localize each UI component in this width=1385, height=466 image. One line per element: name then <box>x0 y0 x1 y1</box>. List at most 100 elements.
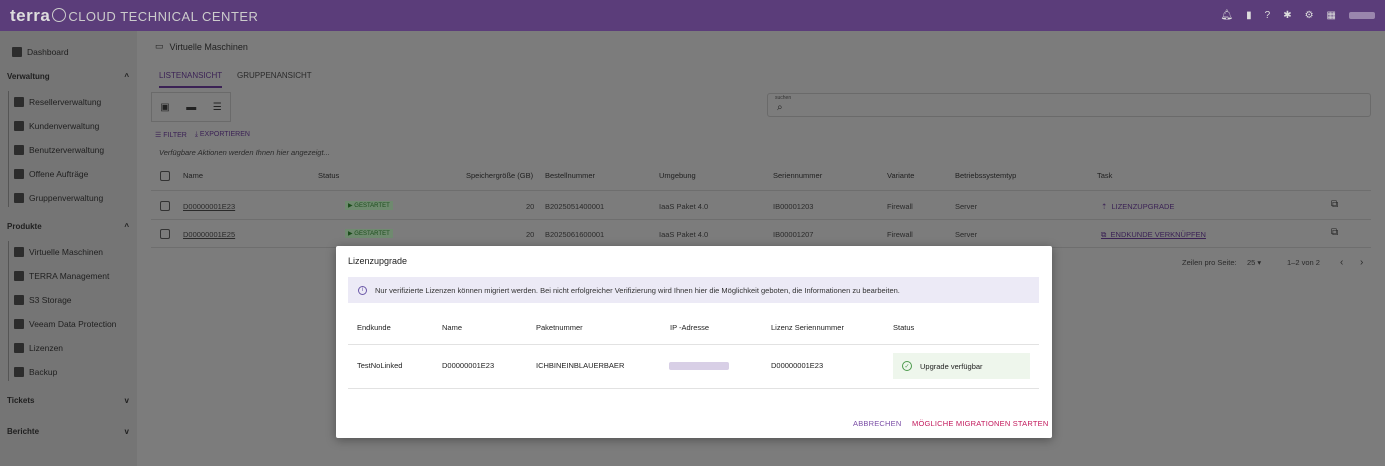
top-bar: terra CLOUD TECHNICAL CENTER 🔔︎ ▮ ? ✱ ⚙ ▦ <box>0 0 1385 31</box>
list-icon[interactable]: ☰ <box>213 102 222 113</box>
qr-icon[interactable]: ▦ <box>1327 10 1336 21</box>
open-external-icon[interactable]: ⧉ <box>1331 199 1338 210</box>
filter-label: FILTER <box>163 132 187 139</box>
column-header-name: Name <box>442 323 463 332</box>
section-divider <box>8 241 9 381</box>
status-badge: ▶ GESTARTET <box>345 229 393 238</box>
sidebar-item-dashboard[interactable]: Dashboard <box>12 47 69 57</box>
open-external-icon[interactable]: ⧉ <box>1331 227 1338 238</box>
vm-environment: IaaS Paket 4.0 <box>659 202 709 211</box>
tab-listenansicht[interactable]: LISTENANSICHT <box>159 71 223 88</box>
monitor-icon[interactable]: ▬ <box>186 102 196 113</box>
sidebar-item-gruppenverwaltung[interactable]: Gruppenverwaltung <box>14 193 103 203</box>
sidebar-item-label: Backup <box>29 367 58 377</box>
sidebar-section-verwaltung[interactable]: Verwaltung ^ <box>7 72 129 81</box>
document-icon[interactable]: ▮ <box>1246 10 1252 21</box>
column-header-variant[interactable]: Variante <box>887 171 914 180</box>
column-header-environment[interactable]: Umgebung <box>659 171 696 180</box>
sidebar-section-tickets[interactable]: Tickets v <box>7 396 129 405</box>
sidebar-item-veeam[interactable]: Veeam Data Protection <box>14 319 116 329</box>
dialog-title: Lizenzupgrade <box>348 256 408 266</box>
user-card-icon <box>14 145 24 155</box>
next-page-icon[interactable]: › <box>1360 257 1363 268</box>
sidebar-section-berichte[interactable]: Berichte v <box>7 427 129 436</box>
section-label: Produkte <box>7 222 42 231</box>
rows-per-page-select[interactable]: 25 ▾ <box>1247 258 1261 267</box>
globe-icon <box>52 7 67 22</box>
vm-variant: Firewall <box>887 230 913 239</box>
task-label: ENDKUNDE VERKNÜPFEN <box>1110 230 1206 239</box>
search-input[interactable]: suchen ⌕ <box>767 93 1371 117</box>
vm-size: 20 <box>526 230 535 239</box>
gear-icon[interactable]: ⚙ <box>1305 10 1314 21</box>
export-label: EXPORTIEREN <box>199 131 250 138</box>
cancel-button[interactable]: ABBRECHEN <box>853 419 901 428</box>
vm-environment: IaaS Paket 4.0 <box>659 230 709 239</box>
filter-button[interactable]: ☰ FILTER <box>155 131 187 139</box>
order-icon <box>14 169 24 179</box>
sidebar-item-terra-management[interactable]: TERRA Management <box>14 271 109 281</box>
column-header-name[interactable]: Name <box>183 171 203 180</box>
sidebar-item-benutzerverwaltung[interactable]: Benutzerverwaltung <box>14 145 104 155</box>
task-label: LIZENZUPGRADE <box>1111 202 1175 211</box>
app-logo[interactable]: terra CLOUD TECHNICAL CENTER <box>10 6 258 26</box>
bell-icon[interactable]: 🔔︎ <box>1220 10 1233 21</box>
sidebar-item-kundenverwaltung[interactable]: Kundenverwaltung <box>14 121 99 131</box>
sidebar-item-lizenzen[interactable]: Lizenzen <box>14 343 63 353</box>
help-icon[interactable]: ? <box>1265 10 1271 21</box>
column-header-paketnummer: Paketnummer <box>536 323 583 332</box>
vm-name-link[interactable]: D00000001E25 <box>183 230 235 239</box>
sidebar-item-backup[interactable]: Backup <box>14 367 57 377</box>
sidebar-item-label: Virtuelle Maschinen <box>29 247 104 257</box>
pagination-range: 1–2 von 2 <box>1287 258 1320 267</box>
chip-icon[interactable]: ▣ <box>160 102 169 113</box>
task-lizenzupgrade[interactable]: ⇡ LIZENZUPGRADE <box>1101 202 1174 211</box>
vm-variant: Firewall <box>887 202 913 211</box>
column-header-task[interactable]: Task <box>1097 171 1112 180</box>
vm-name-link[interactable]: D00000001E23 <box>183 202 235 211</box>
column-header-size[interactable]: Speichergröße (GB) <box>466 171 533 180</box>
sidebar-item-s3-storage[interactable]: S3 Storage <box>14 295 72 305</box>
vm-order: B2025051400001 <box>545 202 605 211</box>
task-endkunde-verknuepfen[interactable]: ⧉ ENDKUNDE VERKNÜPFEN <box>1101 230 1206 240</box>
cloud-icon <box>14 367 24 377</box>
column-header-ip: IP -Adresse <box>670 323 710 332</box>
info-icon: i <box>358 285 367 295</box>
dashboard-icon <box>12 47 22 57</box>
tab-gruppenansicht[interactable]: GRUPPENANSICHT <box>237 71 312 80</box>
user-name[interactable] <box>1349 12 1375 19</box>
laptop-icon <box>14 247 24 257</box>
row-checkbox[interactable] <box>160 229 170 239</box>
select-all-checkbox[interactable] <box>160 171 170 181</box>
settings-icon[interactable]: ✱ <box>1283 10 1291 21</box>
status-badge: ▶ GESTARTET <box>345 201 393 210</box>
status-text: Upgrade verfügbar <box>920 361 983 371</box>
section-label: Berichte <box>7 427 40 436</box>
column-header-os[interactable]: Betriebssystemtyp <box>955 171 1016 180</box>
column-header-lizenz-serial: Lizenz Seriennummer <box>771 323 844 332</box>
vm-size: 20 <box>526 202 535 211</box>
row-checkbox[interactable] <box>160 201 170 211</box>
app-subtitle: CLOUD TECHNICAL CENTER <box>68 8 259 24</box>
chevron-up-icon: ^ <box>124 222 129 231</box>
export-button[interactable]: ⤓ EXPORTIEREN <box>195 131 250 139</box>
rows-per-page-value: 25 <box>1247 258 1256 267</box>
start-migration-button[interactable]: MÖGLICHE MIGRATIONEN STARTEN <box>912 419 1048 428</box>
sidebar-section-produkte[interactable]: Produkte ^ <box>7 222 129 231</box>
sidebar-item-resellerverwaltung[interactable]: Resellerverwaltung <box>14 97 101 107</box>
column-header-serial[interactable]: Seriennummer <box>773 171 822 180</box>
column-header-status[interactable]: Status <box>318 171 339 180</box>
page-title-text: Virtuelle Maschinen <box>169 41 248 52</box>
list-icon <box>14 271 24 281</box>
column-header-order[interactable]: Bestellnummer <box>545 171 595 180</box>
sidebar-item-label: Resellerverwaltung <box>29 97 102 107</box>
actions-hint: Verfügbare Aktionen werden Ihnen hier an… <box>159 148 330 157</box>
section-label: Verwaltung <box>7 72 50 81</box>
sidebar-item-offene-auftraege[interactable]: Offene Aufträge <box>14 169 88 179</box>
column-header-status: Status <box>893 323 915 332</box>
info-text: Nur verifizierte Lizenzen können migrier… <box>375 285 900 295</box>
sidebar-item-virtuelle-maschinen[interactable]: Virtuelle Maschinen <box>14 247 103 257</box>
section-label: Tickets <box>7 396 35 405</box>
search-label: suchen <box>775 95 792 101</box>
prev-page-icon[interactable]: ‹ <box>1340 257 1343 268</box>
